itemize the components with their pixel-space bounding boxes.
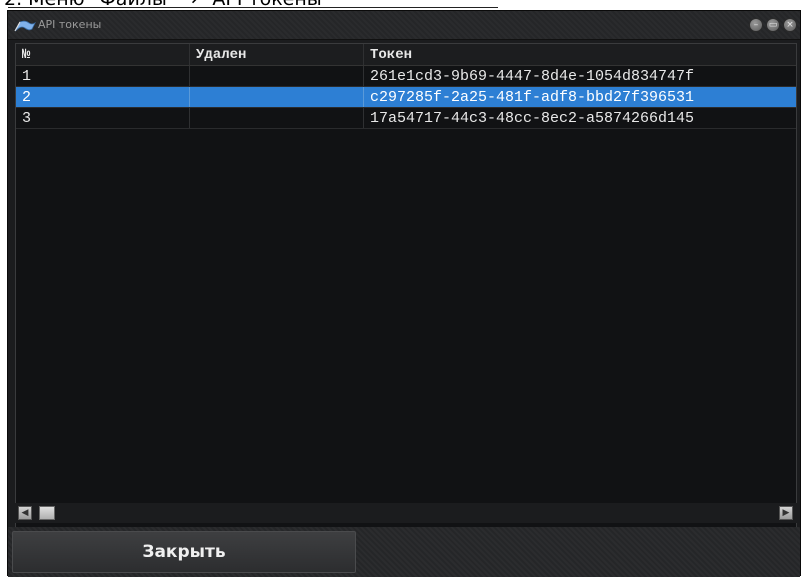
scrollbar-thumb[interactable]	[39, 506, 55, 520]
cell-token: 261e1cd3-9b69-4447-8d4e-1054d834747f	[370, 67, 695, 85]
maximize-icon[interactable]: ▭	[766, 18, 780, 32]
flag-icon	[14, 18, 37, 32]
cell-deleted	[190, 66, 364, 86]
horizontal-scrollbar[interactable]: ◀ ▶	[15, 503, 797, 523]
chevron-right-icon[interactable]: ▶	[779, 506, 793, 520]
cell-number: 2	[16, 87, 190, 107]
minimize-icon[interactable]: –	[749, 18, 763, 32]
cell-number: 1	[16, 66, 190, 86]
column-header-deleted[interactable]: Удален	[190, 44, 364, 65]
cell-token: 17a54717-44c3-48cc-8ec2-a5874266d145	[370, 109, 695, 127]
close-icon[interactable]: ×	[783, 18, 797, 32]
column-header-token[interactable]: Токен	[364, 44, 796, 65]
cell-deleted	[190, 87, 364, 107]
table-row[interactable]: 3 17a54717-44c3-48cc-8ec2-a5874266d145	[16, 108, 796, 129]
column-header-number[interactable]: №	[16, 44, 190, 65]
api-tokens-window: API токены – ▭ × № Удален Токен 1 261e1c…	[7, 10, 801, 577]
cell-number: 3	[16, 108, 190, 128]
cell-token: c297285f-2a25-481f-adf8-bbd27f396531	[370, 88, 695, 106]
close-button[interactable]: Закрыть	[12, 531, 356, 573]
table-row[interactable]: 1 261e1cd3-9b69-4447-8d4e-1054d834747f	[16, 66, 796, 87]
table-header: № Удален Токен	[16, 44, 796, 66]
above-window-text: 2. Меню "Файлы" → "API токены"	[4, 0, 331, 10]
table-row-selected[interactable]: 2 c297285f-2a25-481f-adf8-bbd27f396531	[16, 87, 796, 108]
cell-deleted	[190, 108, 364, 128]
divider	[8, 7, 498, 8]
tokens-table: № Удален Токен 1 261e1cd3-9b69-4447-8d4e…	[15, 43, 797, 535]
title-bar[interactable]: API токены – ▭ ×	[8, 11, 800, 40]
cropped-top-text: 2. Меню "Файлы" → "API токены"	[0, 0, 801, 10]
window-title: API токены	[38, 18, 102, 31]
chevron-left-icon[interactable]: ◀	[18, 506, 32, 520]
footer: Закрыть	[8, 527, 800, 577]
